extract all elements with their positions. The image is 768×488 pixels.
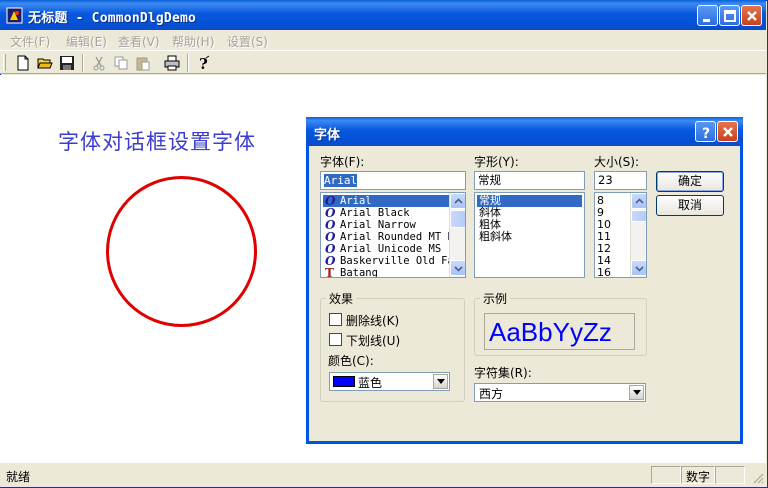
toolbar-separator bbox=[82, 54, 84, 72]
font-name-input[interactable]: Arial bbox=[320, 171, 466, 190]
list-item[interactable]: O Arial Narrow bbox=[323, 219, 416, 231]
menu-help[interactable]: 帮助(H) bbox=[172, 33, 214, 50]
size-label: 大小(S): bbox=[594, 155, 640, 169]
menu-settings[interactable]: 设置(S) bbox=[227, 33, 268, 50]
status-pane-cap bbox=[651, 466, 681, 484]
svg-text:?: ? bbox=[702, 126, 710, 142]
font-list-scrollbar[interactable] bbox=[449, 193, 465, 277]
status-pane-num: 数字 bbox=[681, 466, 715, 484]
copy-icon[interactable] bbox=[112, 54, 130, 72]
font-dialog-title-bar[interactable]: 字体 ? bbox=[306, 117, 743, 146]
underline-label[interactable]: 下划线(U) bbox=[346, 332, 400, 349]
list-item[interactable]: 粗斜体 bbox=[477, 231, 512, 243]
underline-checkbox[interactable] bbox=[329, 333, 342, 346]
scroll-up-icon[interactable] bbox=[450, 193, 465, 209]
ok-button[interactable]: 确定 bbox=[656, 171, 724, 192]
color-swatch bbox=[333, 376, 355, 387]
status-pane-scrl bbox=[715, 466, 745, 484]
dialog-help-button[interactable]: ? bbox=[695, 121, 716, 142]
chevron-down-icon[interactable] bbox=[629, 385, 644, 400]
font-style-input[interactable]: 常规 bbox=[474, 171, 585, 190]
charset-label: 字符集(R): bbox=[474, 366, 532, 380]
scroll-down-icon[interactable] bbox=[631, 260, 646, 276]
font-label: 字体(F): bbox=[320, 155, 365, 169]
app-icon bbox=[6, 7, 23, 24]
toolbar: ? bbox=[0, 50, 766, 74]
truetype-font-icon: T bbox=[325, 266, 334, 278]
title-bar[interactable]: 无标题 - CommonDlgDemo bbox=[0, 0, 766, 30]
list-item[interactable]: O Arial Unicode MS bbox=[323, 243, 441, 255]
color-select[interactable]: 蓝色 bbox=[329, 372, 450, 391]
font-list[interactable]: O Arial O Arial Black O Arial Narrow O Arial… bbox=[320, 192, 466, 278]
font-style-list[interactable]: 常规 斜体 粗体 粗斜体 bbox=[474, 192, 585, 278]
scroll-thumb[interactable] bbox=[450, 210, 465, 228]
list-item[interactable]: T Batang bbox=[323, 266, 378, 278]
list-item[interactable]: O Arial bbox=[323, 195, 449, 207]
sample-text: AaBbYyZz bbox=[489, 317, 612, 347]
font-dialog-title: 字体 bbox=[314, 128, 341, 143]
canvas-text: 字体对话框设置字体 bbox=[58, 130, 256, 154]
list-item[interactable]: O Arial Black bbox=[323, 207, 410, 219]
red-circle bbox=[106, 176, 257, 327]
color-select-value: 蓝色 bbox=[358, 376, 383, 390]
status-num-label: 数字 bbox=[686, 470, 711, 484]
strikeout-checkbox[interactable] bbox=[329, 313, 342, 326]
menu-edit[interactable]: 编辑(E) bbox=[66, 33, 107, 50]
maximize-button[interactable] bbox=[719, 5, 740, 26]
menu-view[interactable]: 查看(V) bbox=[118, 33, 160, 50]
status-bar: 就绪 数字 bbox=[0, 463, 766, 487]
window-title: 无标题 - CommonDlgDemo bbox=[28, 11, 197, 26]
status-text: 就绪 bbox=[6, 470, 31, 484]
color-label: 颜色(C): bbox=[328, 354, 374, 368]
menu-file[interactable]: 文件(F) bbox=[10, 33, 50, 50]
size-list-scrollbar[interactable] bbox=[630, 193, 646, 277]
cancel-button[interactable]: 取消 bbox=[656, 195, 724, 216]
menu-bar: 文件(F) 编辑(E) 查看(V) 帮助(H) 设置(S) bbox=[0, 30, 766, 50]
minimize-button[interactable] bbox=[697, 5, 718, 26]
scroll-down-icon[interactable] bbox=[450, 260, 465, 276]
dialog-close-button[interactable] bbox=[717, 121, 738, 142]
sample-preview: AaBbYyZz bbox=[484, 313, 635, 350]
save-icon[interactable] bbox=[58, 54, 76, 72]
resize-grip-icon[interactable] bbox=[752, 472, 764, 487]
effects-title: 效果 bbox=[326, 290, 357, 307]
list-item[interactable]: O Arial Rounded MT B bbox=[323, 231, 454, 243]
chevron-down-icon[interactable] bbox=[433, 374, 448, 389]
sample-title: 示例 bbox=[480, 290, 511, 307]
list-item[interactable]: O Baskerville Old Fa bbox=[323, 255, 454, 267]
print-icon[interactable] bbox=[163, 54, 181, 72]
font-size-list[interactable]: 8 9 10 11 12 14 16 bbox=[594, 192, 647, 278]
toolbar-separator bbox=[187, 54, 189, 72]
charset-select[interactable]: 西方 bbox=[474, 383, 646, 402]
list-item[interactable]: 16 bbox=[597, 267, 611, 278]
close-button[interactable] bbox=[741, 5, 762, 26]
paste-icon[interactable] bbox=[134, 54, 152, 72]
open-folder-icon[interactable] bbox=[36, 54, 54, 72]
style-label: 字形(Y): bbox=[474, 155, 519, 169]
font-size-input[interactable]: 23 bbox=[594, 171, 647, 190]
new-file-icon[interactable] bbox=[14, 54, 32, 72]
strikeout-label[interactable]: 删除线(K) bbox=[346, 312, 399, 329]
charset-select-value: 西方 bbox=[479, 387, 504, 401]
help-icon[interactable]: ? bbox=[194, 54, 212, 72]
toolbar-grip[interactable] bbox=[3, 54, 6, 71]
cut-icon[interactable] bbox=[90, 54, 108, 72]
scroll-thumb[interactable] bbox=[631, 210, 646, 222]
scroll-up-icon[interactable] bbox=[631, 193, 646, 209]
